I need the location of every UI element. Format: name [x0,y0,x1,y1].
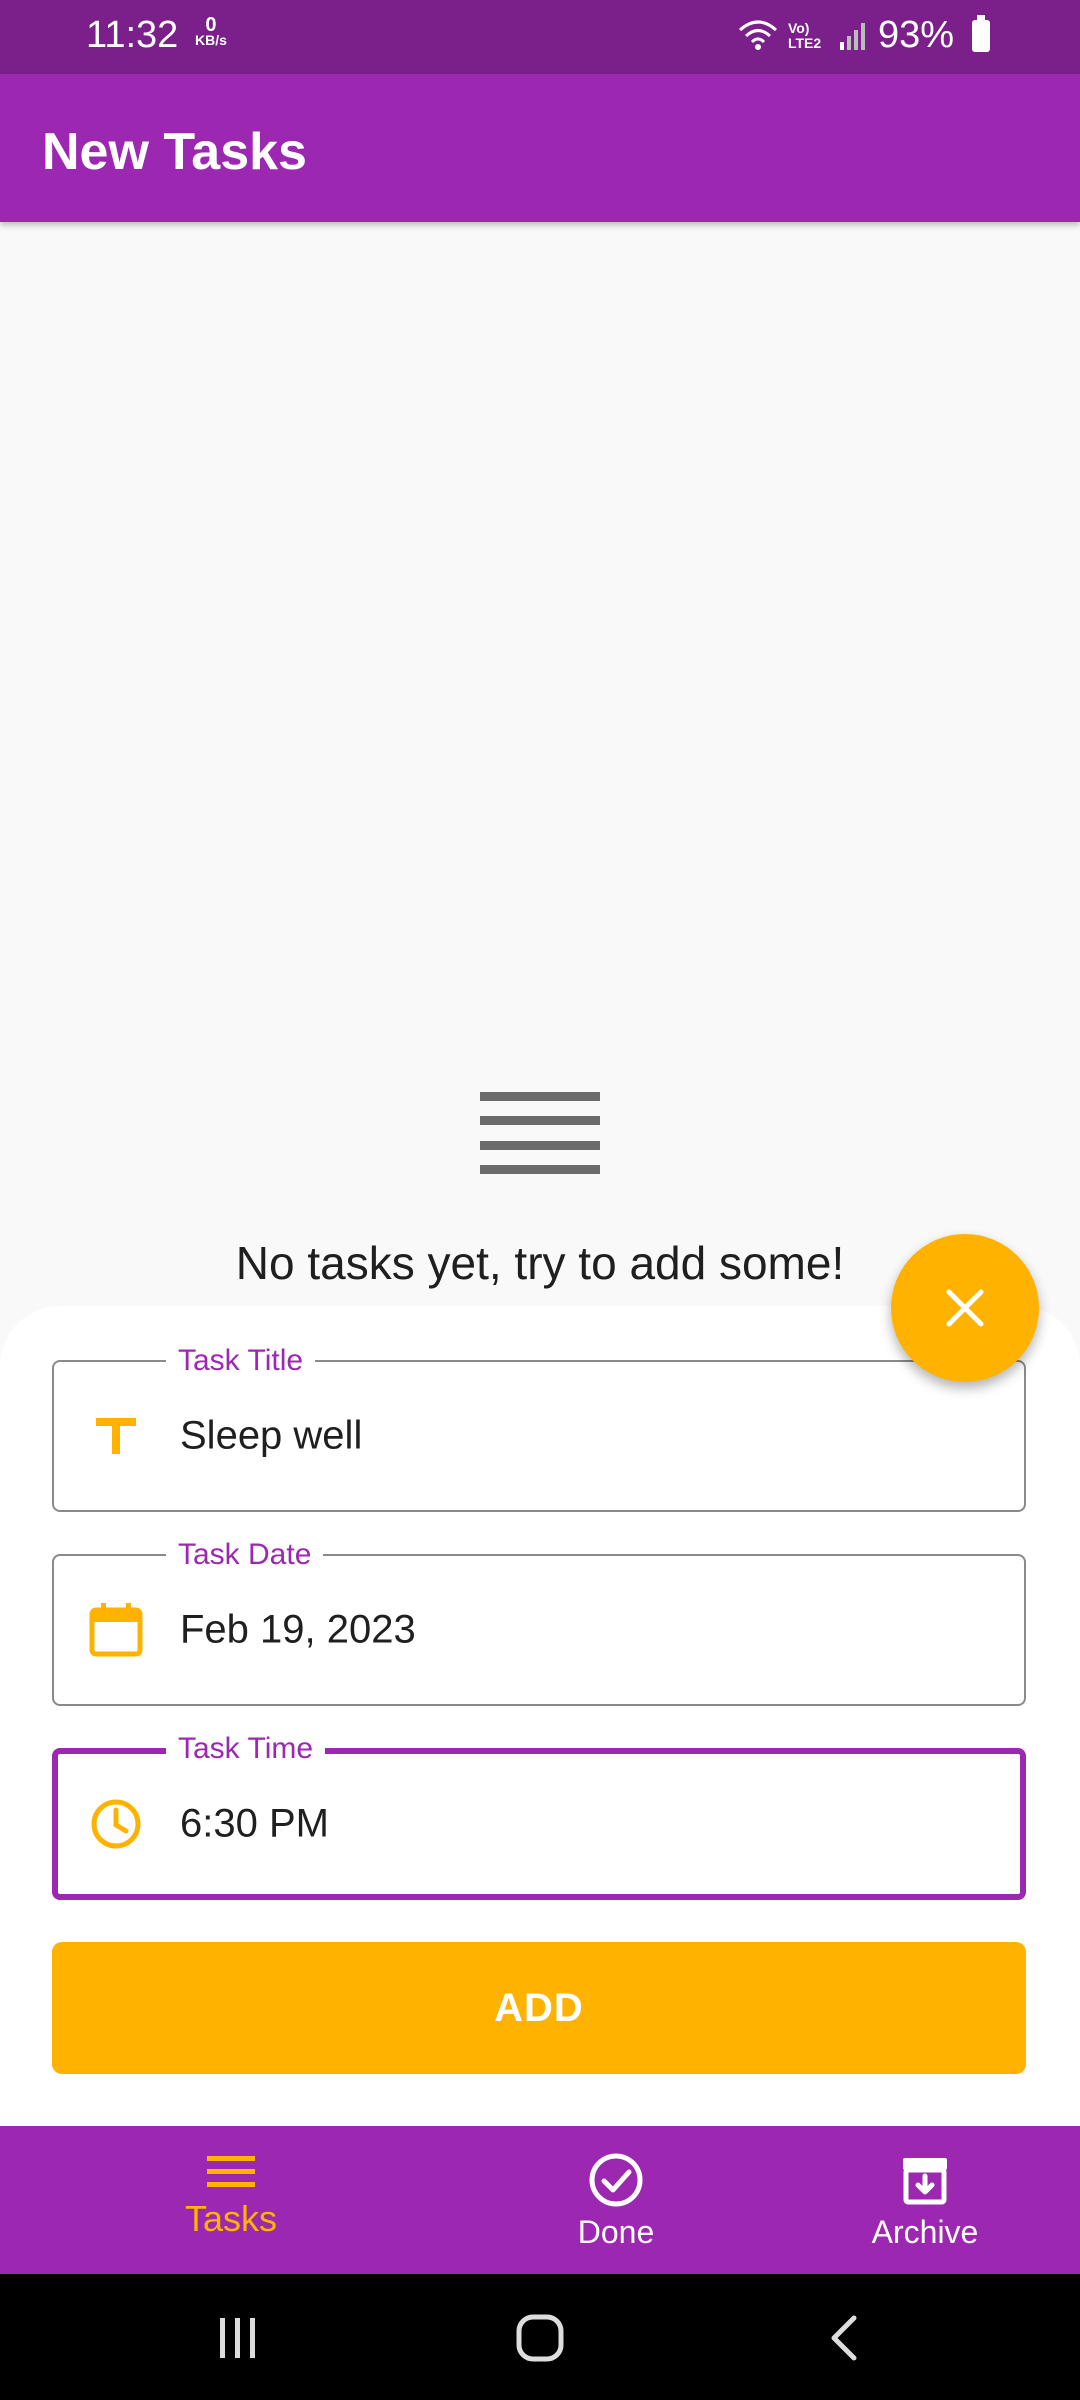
nav-item-done[interactable]: Done [516,2126,716,2274]
nav-item-tasks[interactable]: Tasks [131,2126,331,2274]
task-time-field[interactable]: Task Time 6:30 PM [52,1732,1026,1900]
nav-label-done: Done [577,2214,655,2250]
status-time: 11:32 [86,14,179,56]
network-speed-value: 0 [205,14,217,36]
status-bar: 11:32 0 KB/s Vo) LTE2 93% [0,0,1080,74]
nav-label-tasks: Tasks [184,2198,278,2239]
calendar-icon [89,1603,143,1657]
wifi-icon [738,20,777,50]
status-icons: Vo) LTE2 93% [738,14,990,57]
network-speed: 0 KB/s [195,14,227,48]
battery-icon [972,14,990,52]
close-icon [946,1289,984,1327]
archive-icon [903,2158,947,2205]
task-date-input[interactable]: Feb 19, 2023 [180,1608,416,1653]
nav-item-archive[interactable]: Archive [825,2126,1025,2274]
title-icon [96,1418,136,1454]
task-time-label: Task Time [166,1732,326,1766]
bottom-navigation: Tasks Done Archive [0,2126,1080,2274]
clock-icon [91,1799,141,1849]
task-date-label: Task Date [166,1538,324,1572]
back-icon[interactable] [826,2314,860,2362]
task-title-input[interactable]: Sleep well [180,1414,362,1459]
network-speed-unit: KB/s [195,32,227,48]
task-time-input[interactable]: 6:30 PM [180,1802,329,1847]
home-icon[interactable] [516,2314,564,2362]
task-title-label: Task Title [166,1344,316,1378]
nav-label-archive: Archive [871,2214,979,2250]
task-date-field[interactable]: Task Date Feb 19, 2023 [52,1538,1026,1706]
page-title: New Tasks [42,123,307,181]
check-circle-icon [589,2153,643,2207]
close-sheet-button[interactable] [891,1234,1039,1382]
signal-icon [839,22,865,50]
menu-icon [207,2156,255,2187]
app-bar: New Tasks [0,74,1080,222]
add-button[interactable]: ADD [52,1942,1026,2074]
network-type-label: Vo) LTE2 [787,19,822,51]
recent-apps-icon[interactable] [214,2318,262,2358]
system-navigation-bar [0,2274,1080,2400]
battery-percent: 93% [877,14,954,56]
menu-icon [480,1092,600,1174]
task-title-field[interactable]: Task Title Sleep well [52,1344,1026,1512]
